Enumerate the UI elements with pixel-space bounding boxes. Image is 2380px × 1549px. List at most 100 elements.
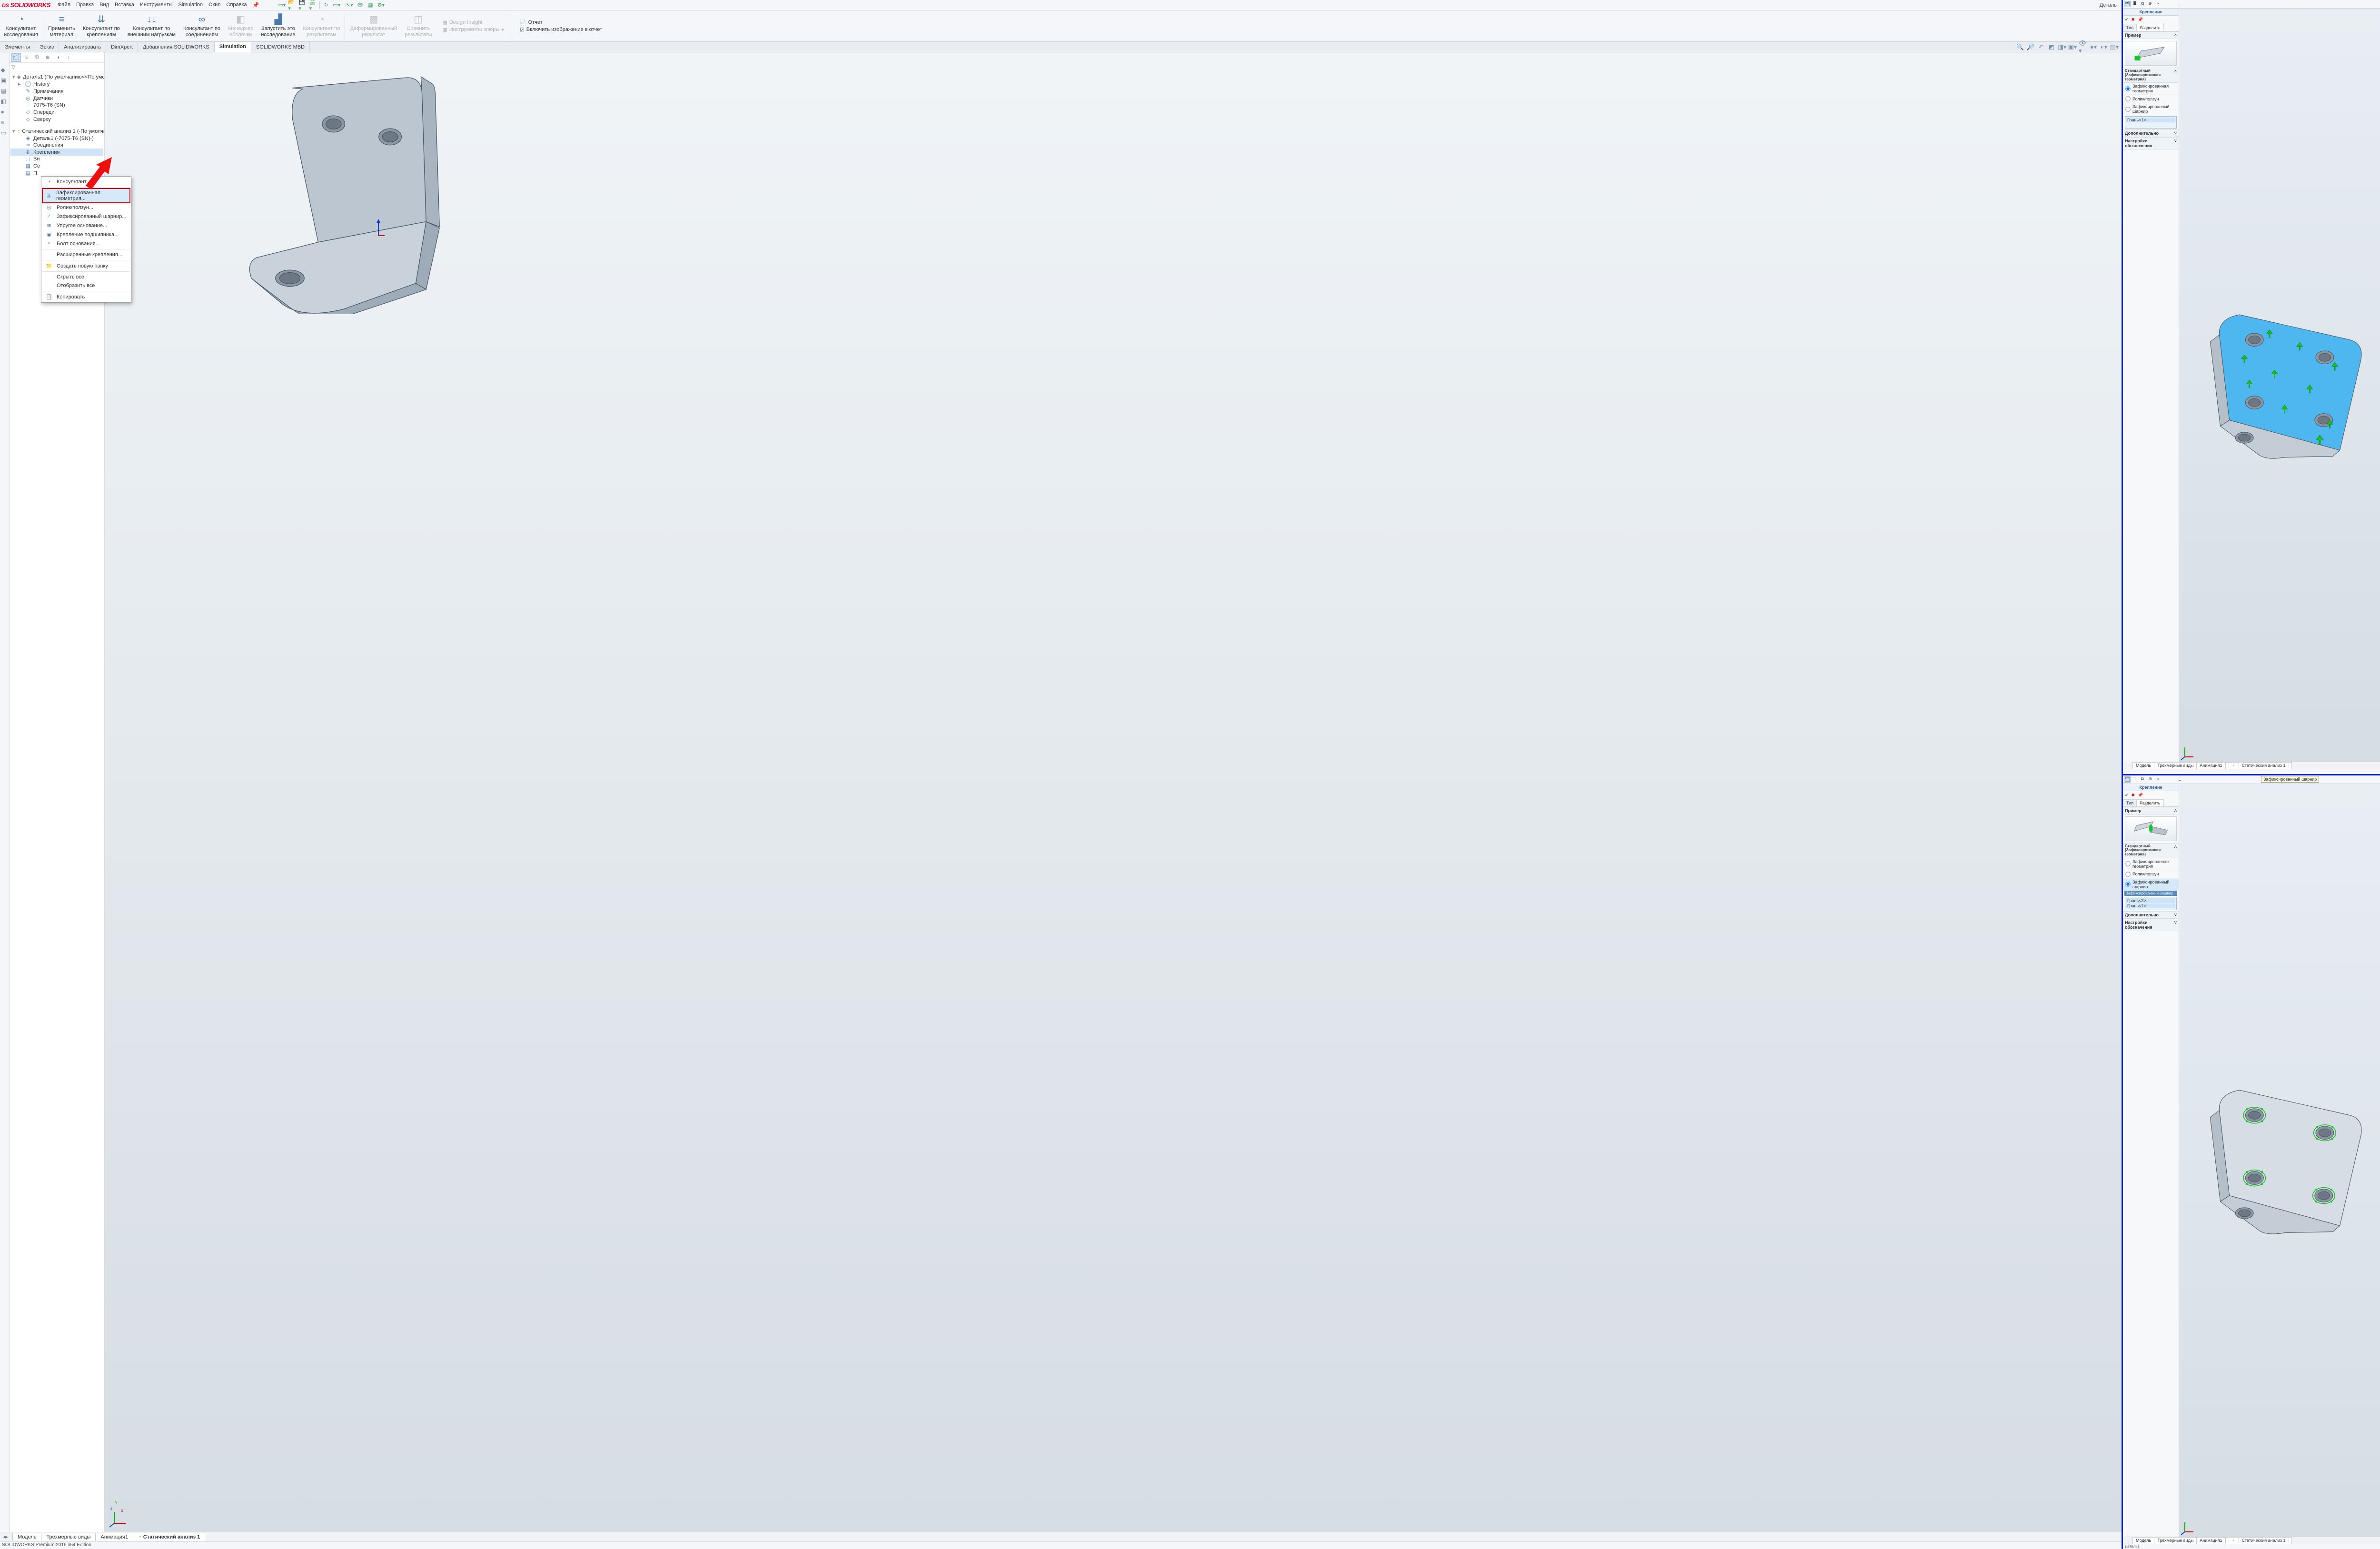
view-settings-icon[interactable]: ▤▾ — [2110, 43, 2119, 51]
gutter-custom-props-icon[interactable]: ≡ — [1, 119, 9, 127]
btab-animation[interactable]: Анимация1 — [95, 1533, 133, 1541]
run-study-button[interactable]: ▟Запустить это исследование — [257, 11, 299, 40]
ctx-copy[interactable]: 📋Копировать — [42, 292, 130, 301]
pm2-opt-roller[interactable]: Ролик/ползун — [2123, 870, 2179, 879]
tree-root[interactable]: ▾◈Деталь1 (По умолчанию<<По умол — [10, 73, 103, 80]
tab-dimxpert[interactable]: DimXpert — [106, 42, 138, 52]
study-advisor-button[interactable]: ◔Консультант исследования — [0, 11, 42, 40]
edit-appearance-icon[interactable]: ●▾ — [2089, 43, 2098, 51]
zoom-fit-icon[interactable]: 🔍 — [2016, 43, 2024, 51]
inset-btab-model[interactable]: Модель — [2132, 762, 2154, 769]
apply-material-button[interactable]: ≡Применить материал — [44, 11, 79, 40]
fm-tab-more-icon[interactable]: › — [64, 53, 73, 62]
menu-window[interactable]: Окно — [206, 1, 223, 9]
qat-rebuild-icon[interactable]: ↻ — [322, 1, 330, 10]
fm-tab-config-icon[interactable]: ⧉ — [32, 53, 42, 62]
ctx-fixed-geometry[interactable]: ⇊Зафиксированная геометрия... — [42, 189, 130, 203]
btab-model[interactable]: Модель — [12, 1533, 41, 1541]
pm-selection-list[interactable]: Грань<1> — [2125, 116, 2177, 129]
deformed-result-button[interactable]: ▩Деформированный результат — [346, 11, 401, 40]
pm-tab-tree-icon[interactable]: 🗂 — [2124, 1, 2131, 7]
qat-open-icon[interactable]: 📂▾ — [288, 1, 297, 10]
ctx-bearing[interactable]: ◉Крепление подшипника... — [42, 230, 130, 239]
tree-front-plane[interactable]: ◇Спереди — [10, 109, 103, 116]
inset2-btab-3d[interactable]: Трехмерные виды — [2154, 1537, 2197, 1544]
pm2-selection-list[interactable]: Грань<2> Грань<1> — [2125, 897, 2177, 910]
pm-tab-prop-icon[interactable]: ≣ — [2132, 1, 2138, 7]
pm-sec-example[interactable]: Пример˄ — [2123, 31, 2179, 39]
gutter-file-explorer-icon[interactable]: ▤ — [1, 88, 9, 95]
pm2-tab-dx-icon[interactable]: ⊕ — [2147, 776, 2153, 783]
section-view-icon[interactable]: ◩ — [2047, 43, 2056, 51]
include-image-checkbox[interactable]: ☑Включить изображение в отчет — [516, 27, 606, 33]
ctx-fixed-hinge[interactable]: ⌿Зафиксированный шарнир... — [42, 212, 130, 221]
gutter-resources-icon[interactable]: ◆ — [1, 67, 9, 74]
qat-settings-icon[interactable]: ▦ — [366, 1, 375, 10]
tree-top-plane[interactable]: ◇Сверху — [10, 116, 103, 123]
inset-btab-study[interactable]: ◔ Статический анализ 1 — [2225, 762, 2292, 769]
pm-opt-fixed[interactable]: Зафиксированная геометрия — [2123, 83, 2179, 95]
tree-history[interactable]: ▸🕒History — [10, 80, 103, 88]
gutter-design-library-icon[interactable]: ▣ — [1, 77, 9, 85]
inset-btab-3d[interactable]: Трехмерные виды — [2154, 762, 2197, 769]
fm-tab-display-icon[interactable]: ◑ — [53, 53, 63, 62]
btab-nav-icon[interactable]: ◂▸ — [3, 1534, 8, 1540]
ctx-elastic[interactable]: ≋Упругое основание... — [42, 221, 130, 230]
pm-opt-roller[interactable]: Ролик/ползун — [2123, 95, 2179, 103]
qat-new-icon[interactable]: ▭▾ — [278, 1, 286, 10]
tab-mbd[interactable]: SOLIDWORKS MBD — [251, 42, 310, 52]
menu-pin-icon[interactable]: 📌 — [250, 1, 262, 9]
pm2-tab-cfg-icon[interactable]: ⧉ — [2139, 776, 2146, 783]
pm-sec-standard[interactable]: Стандартный (Зафиксированная геометрия)˄ — [2123, 68, 2179, 83]
tab-sketch[interactable]: Эскиз — [35, 42, 59, 52]
qat-print-icon[interactable]: 🖨▾ — [309, 1, 317, 10]
tree-study-root[interactable]: ▾◔Статический анализ 1 (-По умолчанию- — [10, 128, 103, 135]
btab-study[interactable]: ◔Статический анализ 1 — [133, 1533, 205, 1541]
pm2-tab-split[interactable]: Разделить — [2136, 799, 2164, 806]
qat-select-icon[interactable]: ▭▾ — [332, 1, 341, 10]
qat-save-icon[interactable]: 💾▾ — [298, 1, 307, 10]
menu-view[interactable]: Вид — [97, 1, 111, 9]
fm-tab-dimxpert-icon[interactable]: ⊕ — [43, 53, 52, 62]
pm2-opt-hinge[interactable]: Зафиксированный шарнир — [2123, 879, 2179, 891]
tab-addins[interactable]: Добавления SOLIDWORKS — [138, 42, 215, 52]
pm-tab-type[interactable]: Тип — [2123, 24, 2137, 31]
qat-cursor-icon[interactable]: ↖▾ — [345, 1, 354, 10]
pm-tab-disp-icon[interactable]: ◑ — [2154, 1, 2161, 7]
pm-cancel-icon[interactable]: ✖ — [2132, 17, 2135, 22]
menu-file[interactable]: Файл — [55, 1, 73, 9]
gutter-appearances-icon[interactable]: ● — [1, 109, 9, 116]
pm2-tab-tree-icon[interactable]: 🗂 — [2124, 776, 2131, 783]
ctx-show-all[interactable]: Отобразить все — [42, 281, 130, 290]
pm-tab-cfg-icon[interactable]: ⧉ — [2139, 1, 2146, 7]
inset2-btab-model[interactable]: Модель — [2132, 1537, 2154, 1544]
ctx-roller[interactable]: ◎Ролик/ползун... — [42, 203, 130, 212]
feature-filter[interactable]: ▽ — [10, 63, 104, 71]
fm-tab-property-icon[interactable]: ≣ — [22, 53, 31, 62]
tree-fixtures[interactable]: ⇊Крепления — [10, 149, 103, 156]
display-style-icon[interactable]: ▣▾ — [2068, 43, 2077, 51]
view-orientation-icon[interactable]: ◨▾ — [2058, 43, 2066, 51]
prev-view-icon[interactable]: ↶ — [2037, 43, 2045, 51]
tab-evaluate[interactable]: Анализировать — [59, 42, 106, 52]
inset2-btab-anim[interactable]: Анимация1 — [2196, 1537, 2225, 1544]
pm-pin-icon[interactable]: 📌 — [2138, 17, 2143, 22]
pm-sec-advanced[interactable]: Дополнительно˅ — [2123, 129, 2179, 137]
inset2-btab-study[interactable]: ◔ Статический анализ 1 — [2225, 1537, 2292, 1544]
fixtures-advisor-button[interactable]: ⇊Консультант по креплениям — [79, 11, 124, 40]
loads-advisor-button[interactable]: ↓↓Консультант по внешним нагрузкам — [124, 11, 179, 40]
pm2-pin-icon[interactable]: 📌 — [2138, 793, 2143, 798]
tab-simulation[interactable]: Simulation — [215, 42, 251, 52]
menu-simulation[interactable]: Simulation — [176, 1, 205, 9]
compare-results-button[interactable]: ◫Сравнить результаты — [401, 11, 436, 40]
tree-sensors[interactable]: ◎Датчики — [10, 95, 103, 102]
pm2-tab-prop-icon[interactable]: ≣ — [2132, 776, 2138, 783]
pm2-ok-icon[interactable]: ✔ — [2125, 793, 2129, 798]
fm-tab-feature-tree-icon[interactable]: 🗂 — [11, 53, 21, 62]
ctx-advanced[interactable]: Расширенные крепления... — [42, 250, 130, 259]
design-insight-button[interactable]: ▦Design Insight — [438, 20, 507, 26]
qat-gear-icon[interactable]: ⚙▾ — [377, 1, 385, 10]
graphics-viewport[interactable]: yxz — [105, 52, 2122, 1532]
menu-help[interactable]: Справка — [224, 1, 249, 9]
apply-scene-icon[interactable]: ◐▾ — [2100, 43, 2108, 51]
